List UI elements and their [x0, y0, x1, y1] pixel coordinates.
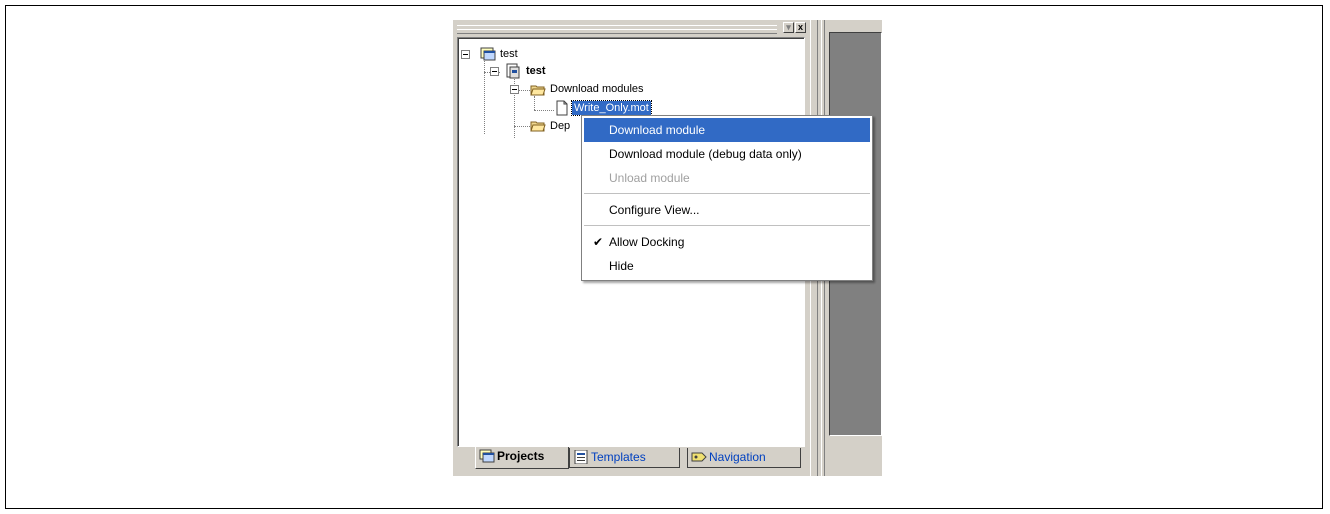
menu-item-allow-docking-label: Allow Docking: [609, 235, 685, 249]
tree-connector: [534, 96, 535, 110]
dock-title-bar[interactable]: ▾ x: [457, 22, 811, 36]
menu-item-hide[interactable]: Hide: [584, 254, 870, 278]
workspace-icon: [480, 47, 496, 61]
tree-connector: [514, 126, 530, 127]
file-icon: [556, 100, 568, 116]
menu-item-download-module[interactable]: Download module: [584, 118, 870, 142]
dock-grip-line: [457, 29, 777, 34]
tab-projects[interactable]: Projects: [475, 447, 569, 469]
tree-connector: [534, 110, 554, 111]
dock-menu-button[interactable]: ▾: [783, 22, 794, 33]
dock-close-button[interactable]: x: [795, 22, 806, 33]
panel-tab-strip: Projects Templates Navigation: [463, 447, 801, 470]
menu-item-unload-module[interactable]: Unload module: [584, 166, 870, 190]
tab-projects-label: Projects: [497, 449, 545, 463]
navigation-icon: [691, 452, 707, 462]
projects-icon: [479, 449, 495, 463]
menu-separator: [584, 193, 870, 194]
context-menu: Download module Download module (debug d…: [581, 115, 873, 281]
tree-node-write-only-mot[interactable]: Write_Only.mot: [571, 100, 652, 116]
tab-navigation-label: Navigation: [709, 450, 766, 464]
tree-node-project[interactable]: test: [524, 64, 548, 78]
tree-node-download-modules[interactable]: Download modules: [548, 82, 646, 96]
tab-navigation[interactable]: Navigation: [687, 448, 801, 468]
collapse-icon[interactable]: [490, 67, 499, 76]
folder-open-icon: [530, 85, 546, 96]
collapse-icon[interactable]: [461, 50, 470, 59]
tab-templates-label: Templates: [591, 450, 646, 464]
tab-templates[interactable]: Templates: [569, 448, 680, 468]
menu-item-configure-view[interactable]: Configure View...: [584, 198, 870, 222]
checkmark-icon: ✔: [593, 235, 604, 249]
tree-node-dependencies[interactable]: Dep: [548, 119, 572, 133]
project-icon: [506, 63, 520, 79]
collapse-icon[interactable]: [510, 85, 519, 94]
folder-icon: [530, 121, 546, 132]
tree-node-workspace[interactable]: test: [498, 47, 520, 61]
templates-icon: [574, 450, 588, 464]
menu-item-download-module-debug[interactable]: Download module (debug data only): [584, 142, 870, 166]
menu-separator: [584, 225, 870, 226]
tree-connector: [484, 58, 485, 134]
menu-item-allow-docking[interactable]: ✔ Allow Docking: [584, 230, 870, 254]
